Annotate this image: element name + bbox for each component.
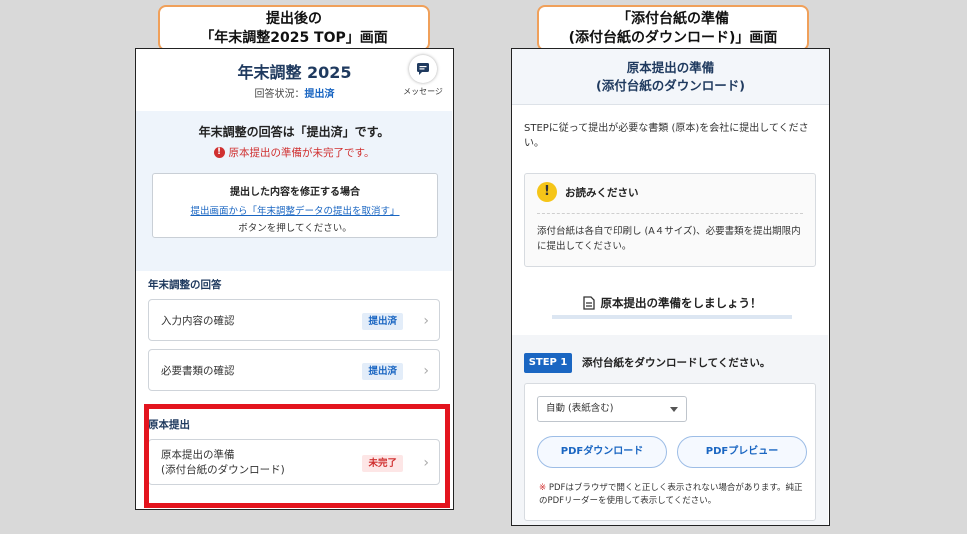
prep-heading-text: 原本提出の準備をしましょう！ (600, 296, 762, 310)
alert-icon: ! (213, 147, 225, 158)
status-badge: 提出済 (362, 363, 403, 380)
status-badge: 提出済 (362, 313, 403, 330)
message-label: メッセージ (403, 87, 443, 96)
cancel-submission-link[interactable]: 提出画面から「年末調整データの提出を取消す」 (153, 203, 437, 217)
note-text: PDFはブラウザで開くと正しく表示されない場合があります。純正のPDFリーダーを… (539, 483, 803, 506)
fix-instructions-box: 提出した内容を修正する場合 提出画面から「年末調整データの提出を取消す」 ボタン… (152, 173, 438, 238)
warning-text: 原本提出の準備が未完了です。 (228, 147, 375, 159)
status-label: 回答状況： (254, 89, 305, 100)
step-card: 自動 (表紙含む) PDFダウンロード PDFプレビュー ※ PDFはブラウザで… (524, 383, 816, 521)
step-text: 添付台紙をダウンロードしてください。 (582, 357, 771, 369)
fix-note: ボタンを押してください。 (238, 223, 352, 234)
select-value: 自動 (表紙含む) (546, 403, 614, 414)
notice-body: 添付台紙は各自で印刷し (A４サイズ)、必要書類を提出期限内に提出してください。 (537, 226, 801, 252)
chevron-right-icon: › (423, 363, 429, 379)
top-header: 年末調整 2025 回答状況：提出済 メッセージ (136, 49, 453, 107)
callout-right-line1: 「添付台紙の準備 (617, 11, 729, 27)
status-value: 提出済 (304, 89, 335, 100)
list-item-input-review[interactable]: 入力内容の確認 提出済 › (148, 299, 440, 341)
chevron-right-icon: › (423, 313, 429, 329)
step-badge: STEP 1 (524, 353, 572, 373)
banner-text: 年末調整の回答は「提出済」です。 (198, 125, 390, 139)
warning-icon: ! (537, 182, 557, 202)
prep-heading: 原本提出の準備をしましょう！ (552, 295, 792, 311)
callout-right-line2: (添付台紙のダウンロード)」画面 (568, 30, 778, 46)
callout-left-line2: 「年末調整2025 TOP」画面 (200, 30, 388, 46)
section-label-answers: 年末調整の回答 (148, 279, 222, 291)
document-icon (582, 296, 595, 310)
download-header: 原本提出の準備 (添付台紙のダウンロード) (512, 49, 829, 105)
notice-box: ! お読みください 添付台紙は各自で印刷し (A４サイズ)、必要書類を提出期限内… (524, 173, 816, 267)
notice-heading-text: お読みください (565, 186, 639, 199)
callout-left-line1: 提出後の (266, 11, 322, 27)
status-banner: 年末調整の回答は「提出済」です。 ! 原本提出の準備が未完了です。 提出した内容… (136, 111, 452, 271)
callout-left: 提出後の 「年末調整2025 TOP」画面 (158, 5, 430, 51)
page-title-line2: (添付台紙のダウンロード) (596, 78, 745, 93)
highlight-box (144, 404, 450, 508)
list-item-documents-review[interactable]: 必要書類の確認 提出済 › (148, 349, 440, 391)
message-button[interactable]: メッセージ (401, 55, 445, 97)
chat-icon (409, 55, 437, 83)
prep-underline (552, 315, 792, 319)
pdf-note: ※ PDFはブラウザで開くと正しく表示されない場合があります。純正のPDFリーダ… (539, 482, 809, 508)
notice-divider (537, 213, 803, 214)
template-select[interactable]: 自動 (表紙含む) (537, 396, 687, 422)
step-area: STEP 1 添付台紙をダウンロードしてください。 自動 (表紙含む) PDFダ… (512, 335, 828, 525)
intro-text: STEPに従って提出が必要な書類 (原本)を会社に提出してください。 (524, 123, 809, 149)
note-mark: ※ (539, 483, 547, 493)
fix-title: 提出した内容を修正する場合 (230, 187, 360, 198)
notice-heading: ! お読みください (537, 182, 639, 202)
callout-right: 「添付台紙の準備 (添付台紙のダウンロード)」画面 (537, 5, 809, 51)
page-title-line1: 原本提出の準備 (626, 60, 715, 75)
banner-warning: ! 原本提出の準備が未完了です。 (136, 145, 452, 160)
pdf-download-button[interactable]: PDFダウンロード (537, 436, 667, 468)
caret-down-icon (670, 407, 678, 412)
row-label: 入力内容の確認 (161, 314, 235, 327)
download-screen: 原本提出の準備 (添付台紙のダウンロード) STEPに従って提出が必要な書類 (… (511, 48, 830, 526)
row-label: 必要書類の確認 (161, 364, 235, 377)
pdf-preview-button[interactable]: PDFプレビュー (677, 436, 807, 468)
